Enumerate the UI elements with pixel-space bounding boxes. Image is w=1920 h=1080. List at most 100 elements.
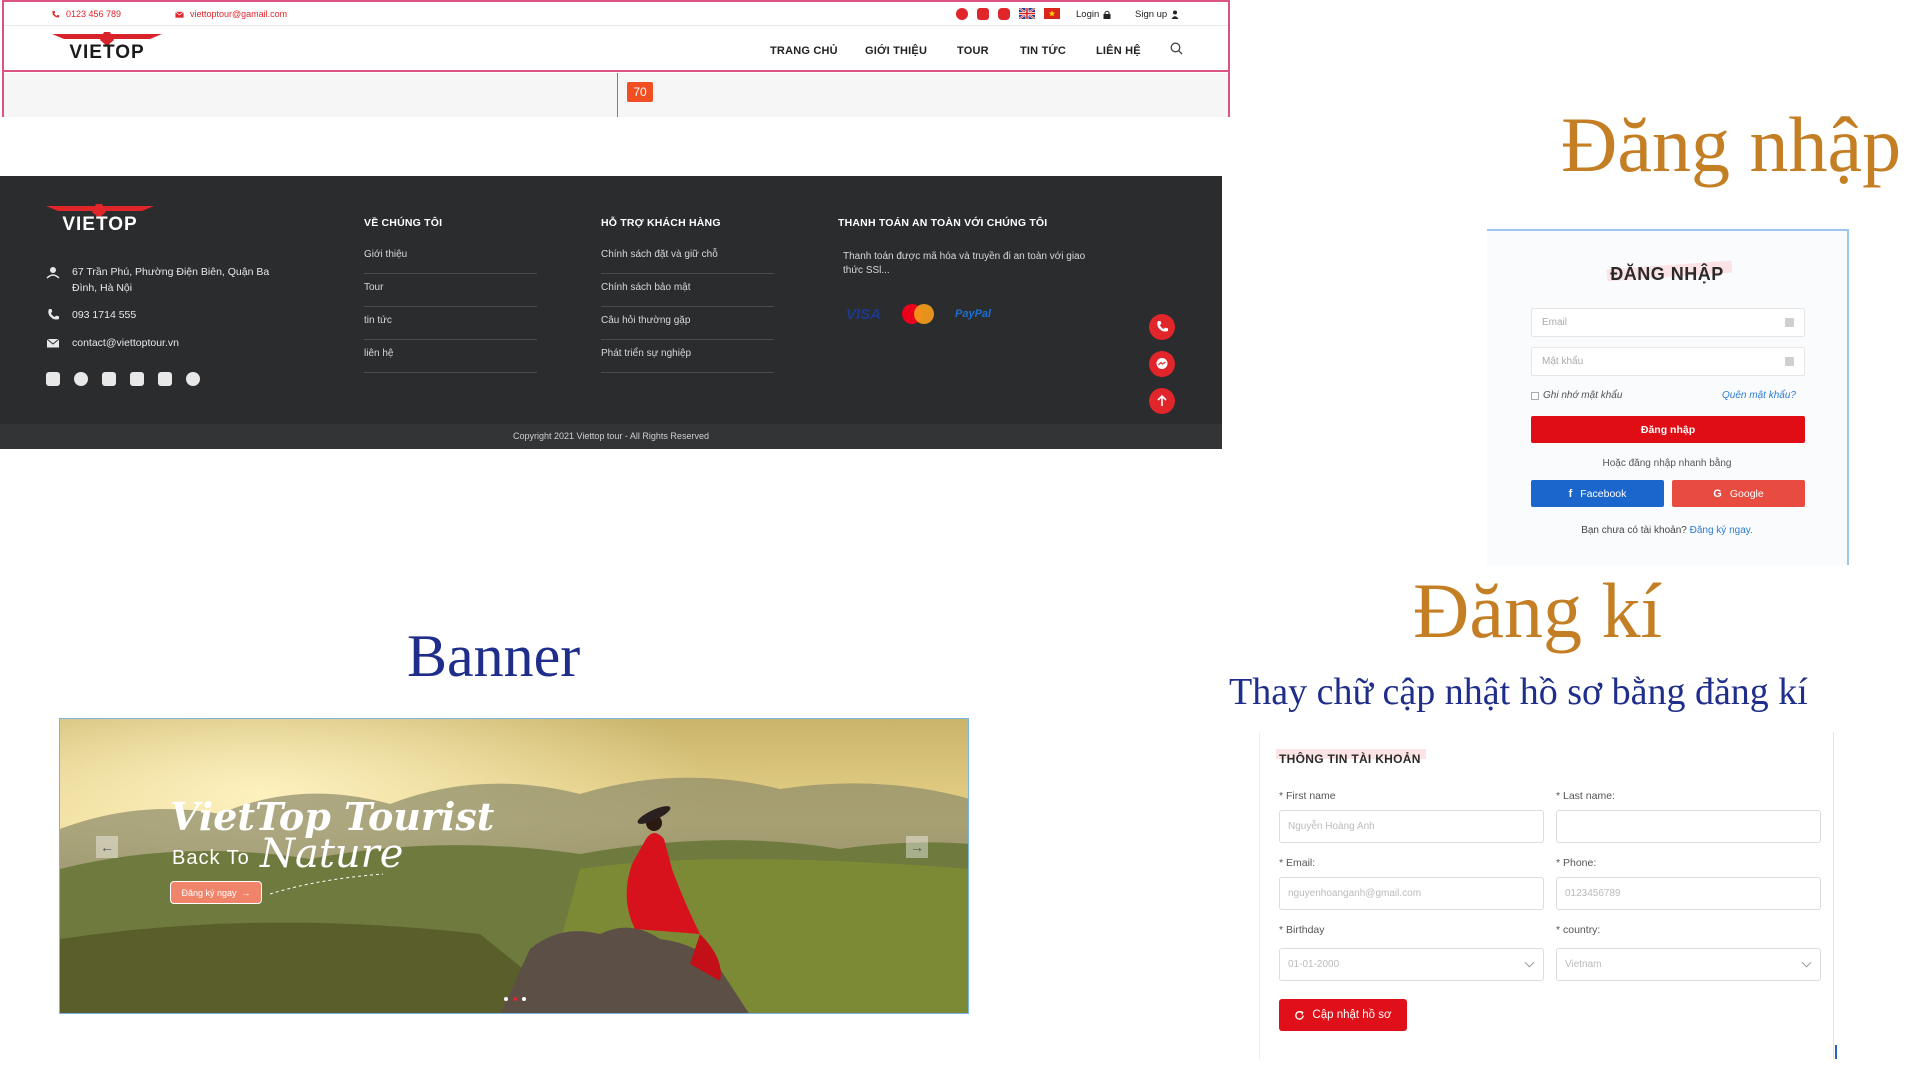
google-icon: G bbox=[1713, 487, 1722, 500]
youtube-icon[interactable] bbox=[102, 372, 116, 386]
banner-cta-button[interactable]: Đăng ký ngay → bbox=[170, 881, 262, 904]
phone-input[interactable]: 0123456789 bbox=[1556, 877, 1821, 910]
login-password-input[interactable]: Mật khẩu bbox=[1531, 347, 1805, 376]
instagram-icon[interactable] bbox=[998, 8, 1010, 20]
footer-logo[interactable]: VIETOP bbox=[46, 204, 154, 235]
google-icon[interactable] bbox=[186, 372, 200, 386]
header-phone[interactable]: 0123 456 789 bbox=[51, 9, 121, 19]
country-select[interactable]: Vietnam bbox=[1556, 948, 1821, 981]
header-topbar: 0123 456 789 viettoptour@gamail.com Logi… bbox=[4, 2, 1228, 26]
pagination-dot[interactable] bbox=[522, 997, 526, 1001]
footer-link-news[interactable]: tin tức bbox=[364, 315, 537, 340]
google-login-button[interactable]: G Google bbox=[1672, 480, 1805, 507]
location-icon bbox=[46, 267, 60, 279]
nav-news[interactable]: TIN TỨC bbox=[1020, 45, 1066, 57]
footer-link-privacy[interactable]: Chính sách bảo mật bbox=[601, 282, 774, 307]
footer-link-booking-policy[interactable]: Chính sách đặt và giữ chỗ bbox=[601, 249, 774, 274]
phone-label: * Phone: bbox=[1556, 857, 1597, 869]
arrow-right-icon: → bbox=[910, 839, 924, 855]
last-name-input[interactable] bbox=[1556, 810, 1821, 843]
phone-icon bbox=[52, 10, 60, 17]
nav-about[interactable]: GIỚI THIỆU bbox=[865, 45, 927, 57]
pagination-dot[interactable] bbox=[504, 997, 508, 1001]
header-subrow: 70 bbox=[4, 73, 1228, 117]
mastercard-logo bbox=[902, 304, 935, 324]
linkedin-icon[interactable] bbox=[158, 372, 172, 386]
footer-copyright: Copyright 2021 Viettop tour - All Rights… bbox=[0, 424, 1222, 449]
birthday-select[interactable]: 01-01-2000 bbox=[1279, 948, 1544, 981]
login-section-title: Đăng nhập bbox=[1561, 101, 1902, 188]
footer-link-contact[interactable]: liên hệ bbox=[364, 348, 537, 373]
scroll-caret bbox=[1835, 1045, 1837, 1059]
mail-icon bbox=[46, 338, 60, 348]
footer-social-row bbox=[46, 372, 200, 386]
last-name-label: * Last name: bbox=[1556, 790, 1615, 802]
register-heading: THÔNG TIN TÀI KHOẢN bbox=[1279, 752, 1421, 766]
footer-col3-title: THANH TOÁN AN TOÀN VỚI CHÚNG TÔI bbox=[838, 217, 1048, 229]
nav-home[interactable]: TRANG CHỦ bbox=[770, 45, 838, 57]
login-heading: ĐĂNG NHẬP bbox=[1610, 264, 1724, 284]
register-now-link[interactable]: Đăng ký ngay. bbox=[1690, 525, 1753, 536]
login-link[interactable]: Login bbox=[1076, 9, 1111, 20]
paypal-logo: PayPal bbox=[955, 308, 992, 320]
footer-col2-title: HỖ TRỢ KHÁCH HÀNG bbox=[601, 217, 721, 229]
chevron-down-icon bbox=[1524, 957, 1535, 968]
payment-logos: VISA PayPal bbox=[846, 302, 991, 326]
banner-prev-arrow[interactable]: ← bbox=[96, 836, 118, 858]
forgot-password-link[interactable]: Quên mật khẩu? bbox=[1722, 390, 1796, 401]
search-icon[interactable] bbox=[1170, 42, 1183, 55]
vietop-logo[interactable]: VIETOP bbox=[52, 32, 162, 63]
footer-phone[interactable]: 093 1714 555 bbox=[46, 307, 136, 323]
first-name-input[interactable]: Nguyễn Hoàng Anh bbox=[1279, 810, 1544, 843]
footer-col1-title: VỀ CHÚNG TÔI bbox=[364, 217, 443, 229]
nav-contact[interactable]: LIÊN HỆ bbox=[1096, 45, 1141, 57]
back-to-top-button[interactable] bbox=[1149, 388, 1175, 414]
register-submit-button[interactable]: Cập nhật hồ sơ bbox=[1279, 999, 1407, 1031]
banner-pagination bbox=[504, 997, 526, 1001]
chevron-down-icon bbox=[1801, 957, 1812, 968]
mail-icon bbox=[175, 11, 184, 18]
remember-me[interactable]: Ghi nhớ mật khẩu bbox=[1531, 390, 1622, 401]
banner-dashed-path bbox=[269, 873, 384, 895]
lock-icon bbox=[1785, 357, 1794, 366]
call-button[interactable] bbox=[1149, 314, 1175, 340]
footer-link-faq[interactable]: Câu hỏi thường gặp bbox=[601, 315, 774, 340]
footer-link-careers[interactable]: Phát triển sự nghiệp bbox=[601, 348, 774, 373]
facebook-icon: f bbox=[1568, 487, 1573, 500]
register-prompt: Bạn chưa có tài khoản? Đăng ký ngay. bbox=[1581, 525, 1753, 536]
uk-flag-icon[interactable] bbox=[1019, 8, 1035, 19]
hero-banner: VietTop Tourist Back To Nature Đăng ký n… bbox=[59, 718, 969, 1014]
user-icon bbox=[1171, 10, 1179, 19]
birthday-label: * Birthday bbox=[1279, 924, 1325, 936]
login-submit-button[interactable]: Đăng nhập bbox=[1531, 416, 1805, 443]
phone-icon bbox=[1157, 321, 1168, 332]
country-label: * country: bbox=[1556, 924, 1601, 936]
banner-section-title: Banner bbox=[407, 623, 581, 689]
signup-link[interactable]: Sign up bbox=[1135, 9, 1179, 20]
remember-checkbox[interactable] bbox=[1531, 391, 1539, 400]
footer-payment-text: Thanh toán được mã hóa và truyền đi an t… bbox=[843, 251, 1086, 276]
youtube-icon[interactable] bbox=[977, 8, 989, 20]
header-social-row bbox=[956, 8, 1060, 20]
banner-next-arrow[interactable]: → bbox=[906, 836, 928, 858]
email-label: * Email: bbox=[1279, 857, 1316, 869]
messenger-button[interactable] bbox=[1149, 351, 1175, 377]
email-input[interactable]: nguyenhoanganh@gmail.com bbox=[1279, 877, 1544, 910]
nav-tour[interactable]: TOUR bbox=[957, 45, 989, 57]
visa-logo: VISA bbox=[846, 305, 882, 323]
footer-link-tour[interactable]: Tour bbox=[364, 282, 537, 307]
facebook-icon[interactable] bbox=[46, 372, 60, 386]
login-email-input[interactable]: Email bbox=[1531, 308, 1805, 337]
facebook-login-button[interactable]: f Facebook bbox=[1531, 480, 1664, 507]
facebook-icon[interactable] bbox=[956, 8, 968, 20]
instagram-icon[interactable] bbox=[130, 372, 144, 386]
mail-icon bbox=[1785, 318, 1794, 327]
header-email[interactable]: viettoptour@gamail.com bbox=[175, 9, 287, 19]
vietnam-flag-icon[interactable] bbox=[1044, 8, 1060, 19]
arrow-left-icon: ← bbox=[100, 839, 114, 855]
twitter-icon[interactable] bbox=[74, 372, 88, 386]
footer-email[interactable]: contact@viettoptour.vn bbox=[46, 335, 179, 351]
pagination-dot[interactable] bbox=[513, 997, 517, 1001]
footer-address: 67 Trần Phú, Phường Điện Biên, Quận Ba Đ… bbox=[46, 264, 286, 296]
footer-link-about[interactable]: Giới thiệu bbox=[364, 249, 537, 274]
